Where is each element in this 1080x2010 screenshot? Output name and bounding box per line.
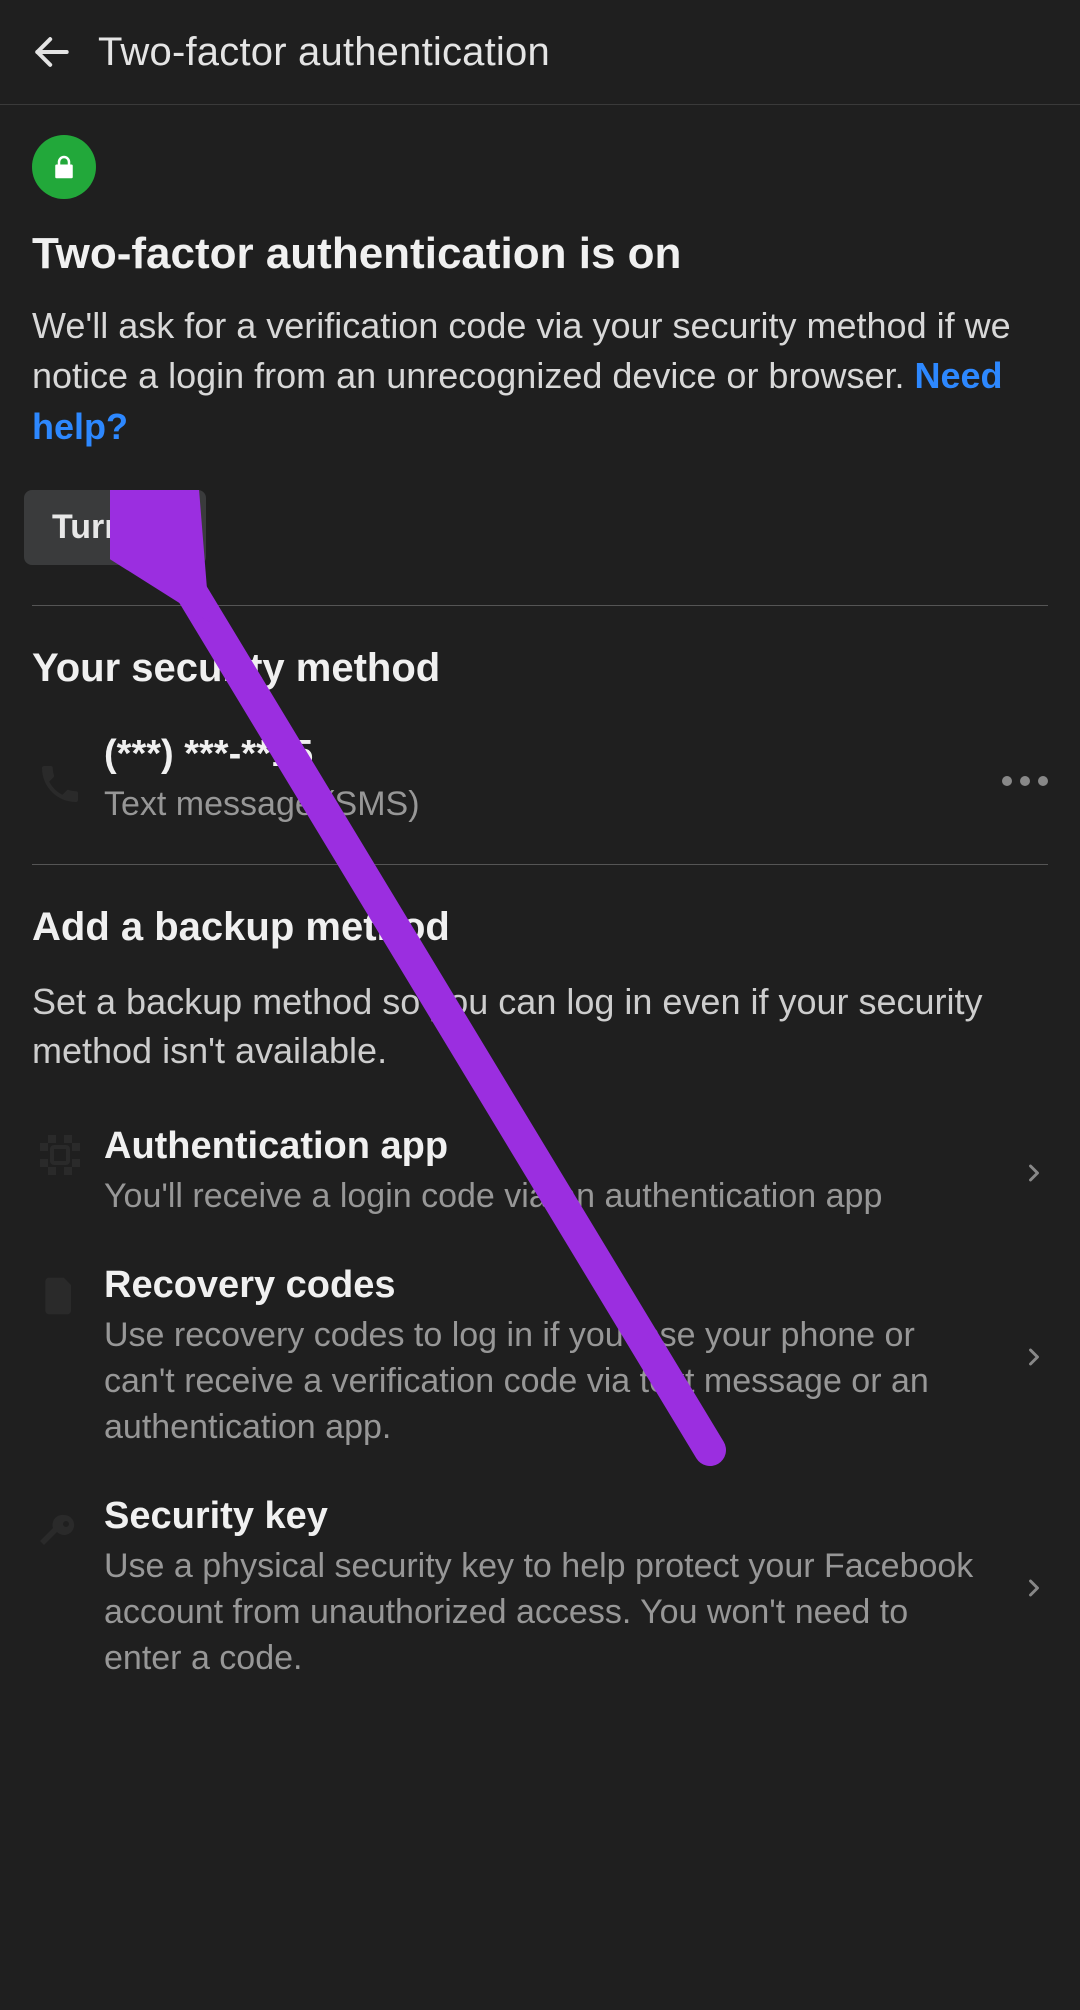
backup-item-sub: Use a physical security key to help prot… (104, 1544, 988, 1682)
backup-item-title: Authentication app (104, 1125, 988, 1168)
arrow-left-icon (30, 30, 74, 74)
page-title: Two-factor authentication (98, 30, 550, 75)
more-options-button[interactable] (1002, 776, 1048, 786)
status-body-text: We'll ask for a verification code via yo… (32, 305, 1011, 396)
auth-app-icon (32, 1125, 88, 1179)
security-method-type: Text message (SMS) (104, 782, 988, 828)
backup-item-security-key[interactable]: Security key Use a physical security key… (32, 1473, 1048, 1704)
backup-item-sub: Use recovery codes to log in if you lose… (104, 1313, 988, 1451)
security-method-row[interactable]: (***) ***-**15 Text message (SMS) (32, 719, 1048, 864)
backup-description: Set a backup method so you can log in ev… (32, 978, 1048, 1075)
security-method-phone: (***) ***-**15 (104, 733, 988, 776)
divider (32, 605, 1048, 606)
backup-item-recovery-codes[interactable]: Recovery codes Use recovery codes to log… (32, 1242, 1048, 1473)
status-description: We'll ask for a verification code via yo… (32, 301, 1048, 452)
key-icon (32, 1495, 88, 1549)
phone-icon (32, 754, 88, 808)
chevron-right-icon (1020, 1566, 1048, 1610)
chevron-right-icon (1020, 1335, 1048, 1379)
document-icon (32, 1264, 88, 1322)
backup-item-auth-app[interactable]: Authentication app You'll receive a logi… (32, 1103, 1048, 1242)
status-heading: Two-factor authentication is on (32, 229, 1048, 279)
backup-item-title: Security key (104, 1495, 988, 1538)
backup-item-title: Recovery codes (104, 1264, 988, 1307)
turn-off-button[interactable]: Turn off (24, 490, 206, 565)
backup-heading: Add a backup method (32, 905, 1048, 950)
status-lock-badge (32, 135, 96, 199)
lock-icon (49, 152, 79, 182)
chevron-right-icon (1020, 1151, 1048, 1195)
back-button[interactable] (24, 24, 80, 80)
content-area: Two-factor authentication is on We'll as… (0, 105, 1080, 1703)
security-method-heading: Your security method (32, 646, 1048, 691)
backup-item-sub: You'll receive a login code via an authe… (104, 1174, 988, 1220)
divider (32, 864, 1048, 865)
header-bar: Two-factor authentication (0, 0, 1080, 105)
